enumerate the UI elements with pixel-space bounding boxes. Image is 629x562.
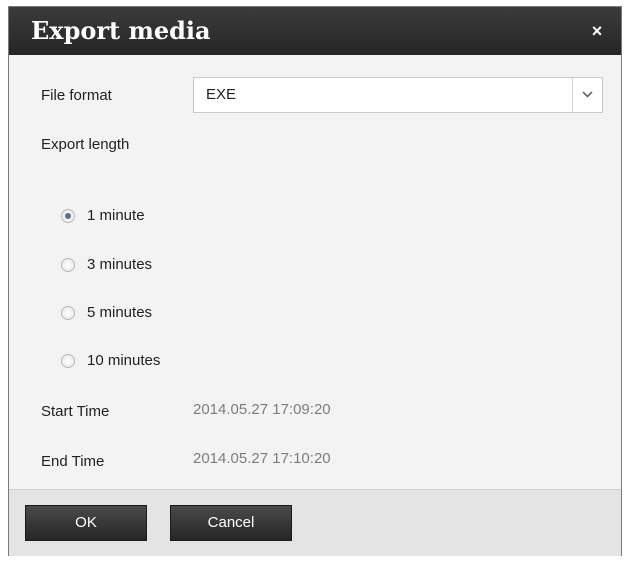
end-time-value: 2014.05.27 17:10:20 <box>193 450 331 467</box>
file-format-label: File format <box>41 87 112 104</box>
radio-button[interactable] <box>61 354 75 368</box>
chevron-down-icon[interactable] <box>572 78 602 112</box>
export-length-label: Export length <box>41 136 130 153</box>
file-format-select[interactable]: EXE <box>193 77 603 113</box>
start-time-value: 2014.05.27 17:09:20 <box>193 401 331 418</box>
export-media-dialog: Export media × File format EXE Export le… <box>8 6 622 556</box>
radio-option-label: 5 minutes <box>87 304 153 321</box>
radio-button-checked[interactable] <box>61 209 75 223</box>
end-time-label: End Time <box>41 453 105 470</box>
cancel-button[interactable]: Cancel <box>170 505 292 541</box>
radio-button[interactable] <box>61 258 75 272</box>
dialog-titlebar[interactable]: Export media × <box>9 7 621 55</box>
file-format-value: EXE <box>206 86 237 103</box>
radio-button[interactable] <box>61 306 75 320</box>
dialog-footer: OK Cancel <box>9 489 621 556</box>
ok-button[interactable]: OK <box>25 505 147 541</box>
start-time-label: Start Time <box>41 403 110 420</box>
radio-option-label: 1 minute <box>87 207 145 224</box>
radio-option-label: 10 minutes <box>87 352 161 369</box>
dialog-title: Export media <box>31 16 211 45</box>
radio-option-label: 3 minutes <box>87 256 153 273</box>
close-icon[interactable]: × <box>587 21 607 41</box>
